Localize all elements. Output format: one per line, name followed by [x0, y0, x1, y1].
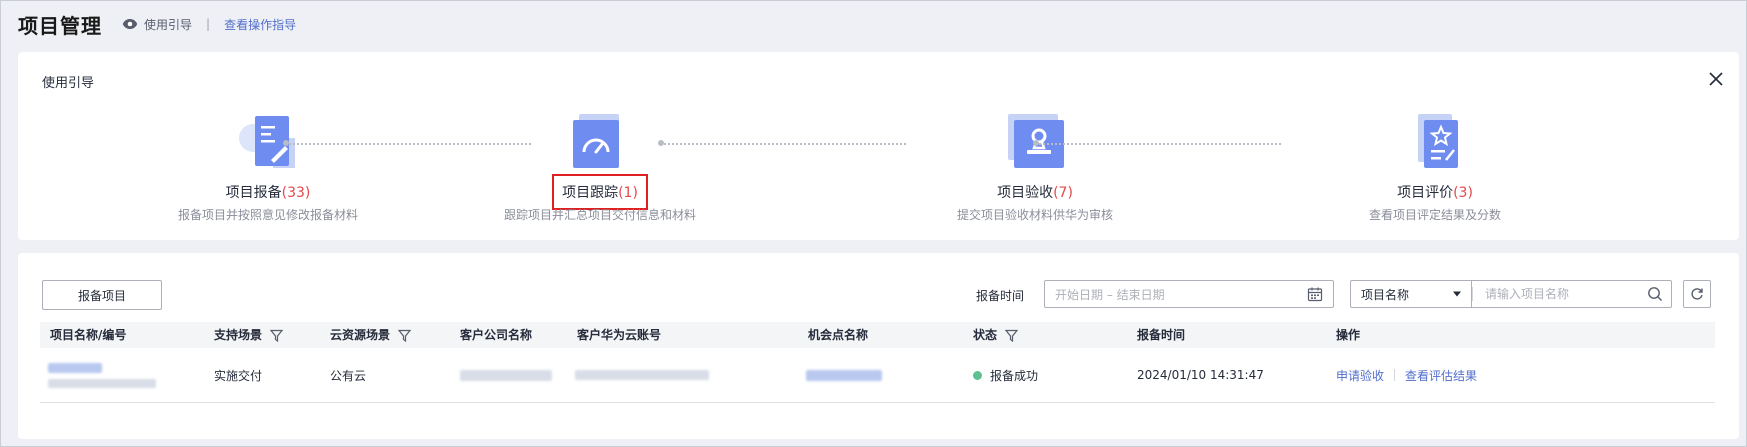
column-header: 客户公司名称: [460, 328, 533, 342]
step-count: (33): [281, 185, 311, 201]
step-count: (3): [1453, 185, 1473, 201]
redacted-account: [575, 370, 709, 380]
date-range-picker[interactable]: 开始日期 – 结束日期: [1044, 280, 1334, 308]
step-count: (7): [1053, 185, 1073, 201]
project-list-panel: 报备项目 报备时间 开始日期 – 结束日期 项目名称 项目名称/编号 支持场景 …: [18, 253, 1739, 439]
opportunity-cell[interactable]: [806, 348, 882, 402]
step-label: 项目跟踪(1): [552, 174, 648, 210]
gauge-icon: [565, 112, 635, 176]
status-text: 报备成功: [990, 368, 1039, 383]
redacted-project-name: [48, 362, 102, 373]
step-description: 跟踪项目并汇总项目交付信息和材料: [503, 208, 696, 222]
report-time-label: 报备时间: [976, 289, 1025, 303]
refresh-icon: [1691, 288, 1703, 300]
step-connector: [658, 140, 906, 146]
search-field-value: 项目名称: [1361, 287, 1410, 302]
eye-icon: [122, 19, 138, 29]
usage-guide-toggle[interactable]: 使用引导: [122, 16, 192, 33]
guide-step-evaluate[interactable]: 项目评价(3) 查看项目评定结果及分数: [1305, 112, 1565, 223]
redacted-opportunity: [806, 369, 882, 381]
search-box[interactable]: [1471, 280, 1672, 308]
step-label: 项目验收(7): [997, 185, 1073, 201]
step-description: 提交项目验收材料供华为审核: [956, 208, 1113, 222]
column-header: 机会点名称: [808, 328, 869, 342]
customer-account-cell: [575, 348, 709, 402]
close-icon[interactable]: [1707, 70, 1725, 88]
step-description: 查看项目评定结果及分数: [1368, 208, 1501, 222]
apply-acceptance-link[interactable]: 申请验收: [1336, 367, 1384, 384]
column-header: 报备时间: [1137, 328, 1186, 342]
step-label: 项目报备(33): [225, 185, 311, 201]
filter-icon[interactable]: [1005, 329, 1019, 342]
status-cell: 报备成功: [973, 348, 1038, 402]
page-title: 项目管理: [18, 13, 102, 38]
view-evaluation-link[interactable]: 查看评估结果: [1405, 367, 1477, 384]
star-document-icon: [1400, 112, 1470, 176]
report-time-cell: 2024/01/10 14:31:47: [1137, 368, 1264, 382]
page-header: 项目管理 使用引导 | 查看操作指导: [18, 10, 296, 38]
step-connector: [1033, 140, 1281, 146]
guide-panel-title: 使用引导: [42, 76, 95, 91]
column-header: 状态: [973, 322, 1019, 348]
filter-icon[interactable]: [270, 329, 284, 342]
calendar-icon: [1307, 287, 1323, 302]
search-input[interactable]: [1483, 286, 1647, 302]
table-header: 项目名称/编号 支持场景 云资源场景 客户公司名称 客户华为云账号 机会点名称 …: [40, 322, 1715, 348]
guide-step-accept[interactable]: 项目验收(7) 提交项目验收材料供华为审核: [905, 112, 1165, 223]
guide-step-track[interactable]: 项目跟踪(1) 跟踪项目并汇总项目交付信息和材料: [470, 112, 730, 223]
column-header: 操作: [1336, 328, 1361, 342]
project-name-cell[interactable]: [48, 348, 156, 402]
redacted-project-id: [48, 378, 156, 388]
column-header: 客户华为云账号: [577, 328, 662, 342]
redacted-company: [460, 369, 552, 381]
cloud-scene-cell: 公有云: [330, 368, 367, 383]
customer-company-cell: [460, 348, 552, 402]
caret-down-icon: [1453, 291, 1461, 297]
report-project-button[interactable]: 报备项目: [42, 280, 162, 310]
refresh-button[interactable]: [1683, 280, 1711, 308]
filter-icon[interactable]: [398, 329, 412, 342]
usage-guide-panel: 使用引导 项目报备(33) 报备项目并按照意见修改报备材料 项目跟踪(1) 跟踪…: [18, 52, 1739, 240]
step-count: (1): [618, 185, 638, 201]
guide-step-report[interactable]: 项目报备(33) 报备项目并按照意见修改报备材料: [138, 112, 398, 223]
usage-guide-label: 使用引导: [144, 17, 193, 32]
actions-cell: 申请验收 查看评估结果: [1336, 348, 1477, 402]
status-success-dot: [973, 370, 982, 380]
view-operation-guide-link[interactable]: 查看操作指导: [224, 16, 296, 33]
search-icon[interactable]: [1647, 286, 1663, 302]
header-separator: |: [206, 17, 211, 31]
column-header: 云资源场景: [330, 322, 412, 348]
step-description: 报备项目并按照意见修改报备材料: [177, 208, 358, 222]
scene-cell: 实施交付: [214, 368, 263, 383]
search-divider: [1472, 287, 1473, 301]
column-header: 项目名称/编号: [50, 328, 127, 342]
search-field-select[interactable]: 项目名称: [1350, 280, 1472, 308]
step-label: 项目评价(3): [1397, 185, 1473, 201]
action-separator: [1394, 369, 1396, 381]
column-header: 支持场景: [214, 322, 284, 348]
date-range-placeholder: 开始日期 – 结束日期: [1055, 287, 1165, 302]
table-row: 实施交付 公有云 报备成功 2024/01/10 14:31:47 申请验收 查…: [40, 348, 1715, 403]
